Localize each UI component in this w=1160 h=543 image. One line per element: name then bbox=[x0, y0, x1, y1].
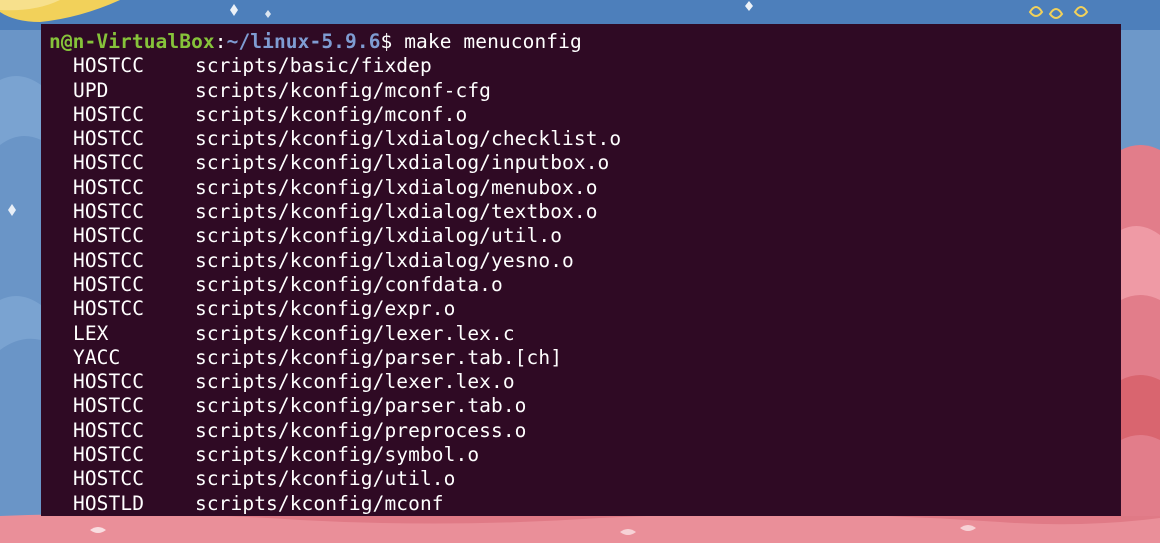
prompt-user-host: n@n-VirtualBox bbox=[49, 30, 215, 53]
build-step-path: scripts/kconfig/lxdialog/menubox.o bbox=[195, 175, 598, 199]
output-line: LEX scripts/kconfig/lexer.lex.c bbox=[49, 322, 1121, 346]
build-step-path: scripts/kconfig/mconf bbox=[195, 491, 444, 515]
build-step-tag: LEX bbox=[73, 321, 109, 345]
build-step-tag: HOSTCC bbox=[73, 224, 145, 248]
build-step-tag: HOSTCC bbox=[73, 443, 145, 467]
output-line: HOSTCC scripts/kconfig/expr.o bbox=[49, 297, 1121, 321]
build-step-tag: HOSTCC bbox=[73, 394, 145, 418]
build-step-path: scripts/kconfig/parser.tab.[ch] bbox=[195, 345, 563, 369]
output-line: HOSTCC scripts/kconfig/lxdialog/checklist… bbox=[49, 127, 1121, 151]
build-step-path: scripts/kconfig/parser.tab.o bbox=[195, 394, 527, 418]
build-step-tag: HOSTCC bbox=[73, 370, 145, 394]
build-step-path: scripts/kconfig/lxdialog/textbox.o bbox=[195, 200, 598, 224]
build-step-tag: HOSTLD bbox=[73, 491, 145, 515]
output-line: HOSTLD scripts/kconfig/mconf bbox=[49, 492, 1121, 516]
output-line: HOSTCC scripts/kconfig/util.o bbox=[49, 467, 1121, 491]
build-step-path: scripts/kconfig/util.o bbox=[195, 467, 456, 491]
build-step-path: scripts/kconfig/symbol.o bbox=[195, 443, 480, 467]
build-step-tag: YACC bbox=[73, 345, 121, 369]
build-step-tag: HOSTCC bbox=[73, 272, 145, 296]
build-step-tag: HOSTCC bbox=[73, 418, 145, 442]
build-step-tag: HOSTCC bbox=[73, 175, 145, 199]
output-line: HOSTCC scripts/kconfig/lexer.lex.o bbox=[49, 370, 1121, 394]
output-line: HOSTCC scripts/kconfig/lxdialog/menubox.o bbox=[49, 176, 1121, 200]
build-step-path: scripts/kconfig/lexer.lex.c bbox=[195, 321, 515, 345]
build-step-tag: HOSTCC bbox=[73, 297, 145, 321]
output-line: HOSTCC scripts/kconfig/preprocess.o bbox=[49, 419, 1121, 443]
build-step-path: scripts/kconfig/lxdialog/util.o bbox=[195, 224, 563, 248]
output-line: UPD scripts/kconfig/mconf-cfg bbox=[49, 79, 1121, 103]
build-step-path: scripts/kconfig/preprocess.o bbox=[195, 418, 527, 442]
build-step-path: scripts/kconfig/lexer.lex.o bbox=[195, 370, 515, 394]
output-line: HOSTCC scripts/kconfig/symbol.o bbox=[49, 443, 1121, 467]
output-line: HOSTCC scripts/kconfig/lxdialog/textbox.o bbox=[49, 200, 1121, 224]
build-step-path: scripts/kconfig/mconf.o bbox=[195, 102, 468, 126]
build-step-path: scripts/kconfig/confdata.o bbox=[195, 272, 503, 296]
build-step-path: scripts/kconfig/lxdialog/checklist.o bbox=[195, 127, 622, 151]
build-step-path: scripts/kconfig/lxdialog/yesno.o bbox=[195, 248, 574, 272]
command-text: make menuconfig bbox=[392, 30, 582, 53]
terminal-output: n@n-VirtualBox:~/linux-5.9.6$ make menuc… bbox=[49, 30, 1121, 516]
prompt-dollar: $ bbox=[380, 30, 393, 53]
output-line: HOSTCC scripts/kconfig/lxdialog/util.o bbox=[49, 224, 1121, 248]
output-line: HOSTCC scripts/kconfig/lxdialog/yesno.o bbox=[49, 249, 1121, 273]
build-step-path: scripts/kconfig/lxdialog/inputbox.o bbox=[195, 151, 610, 175]
build-step-tag: HOSTCC bbox=[73, 102, 145, 126]
build-step-tag: HOSTCC bbox=[73, 54, 145, 78]
build-step-path: scripts/kconfig/expr.o bbox=[195, 297, 456, 321]
output-line: HOSTCC scripts/kconfig/mconf.o bbox=[49, 103, 1121, 127]
build-step-tag: HOSTCC bbox=[73, 151, 145, 175]
build-step-tag: HOSTCC bbox=[73, 127, 145, 151]
output-line: YACC scripts/kconfig/parser.tab.[ch] bbox=[49, 346, 1121, 370]
output-line: HOSTCC scripts/basic/fixdep bbox=[49, 54, 1121, 78]
prompt-path: ~/linux-5.9.6 bbox=[226, 30, 381, 53]
prompt-colon: : bbox=[214, 30, 227, 53]
build-step-tag: UPD bbox=[73, 78, 109, 102]
prompt-line: n@n-VirtualBox:~/linux-5.9.6$ make menuc… bbox=[49, 30, 1121, 54]
terminal-window[interactable]: n@n-VirtualBox:~/linux-5.9.6$ make menuc… bbox=[41, 24, 1121, 516]
build-step-tag: HOSTCC bbox=[73, 200, 145, 224]
output-line: HOSTCC scripts/kconfig/confdata.o bbox=[49, 273, 1121, 297]
build-step-path: scripts/basic/fixdep bbox=[195, 54, 432, 78]
build-step-tag: HOSTCC bbox=[73, 248, 145, 272]
build-step-path: scripts/kconfig/mconf-cfg bbox=[195, 78, 491, 102]
build-step-tag: HOSTCC bbox=[73, 467, 145, 491]
output-line: HOSTCC scripts/kconfig/lxdialog/inputbox.… bbox=[49, 151, 1121, 175]
output-line: HOSTCC scripts/kconfig/parser.tab.o bbox=[49, 394, 1121, 418]
